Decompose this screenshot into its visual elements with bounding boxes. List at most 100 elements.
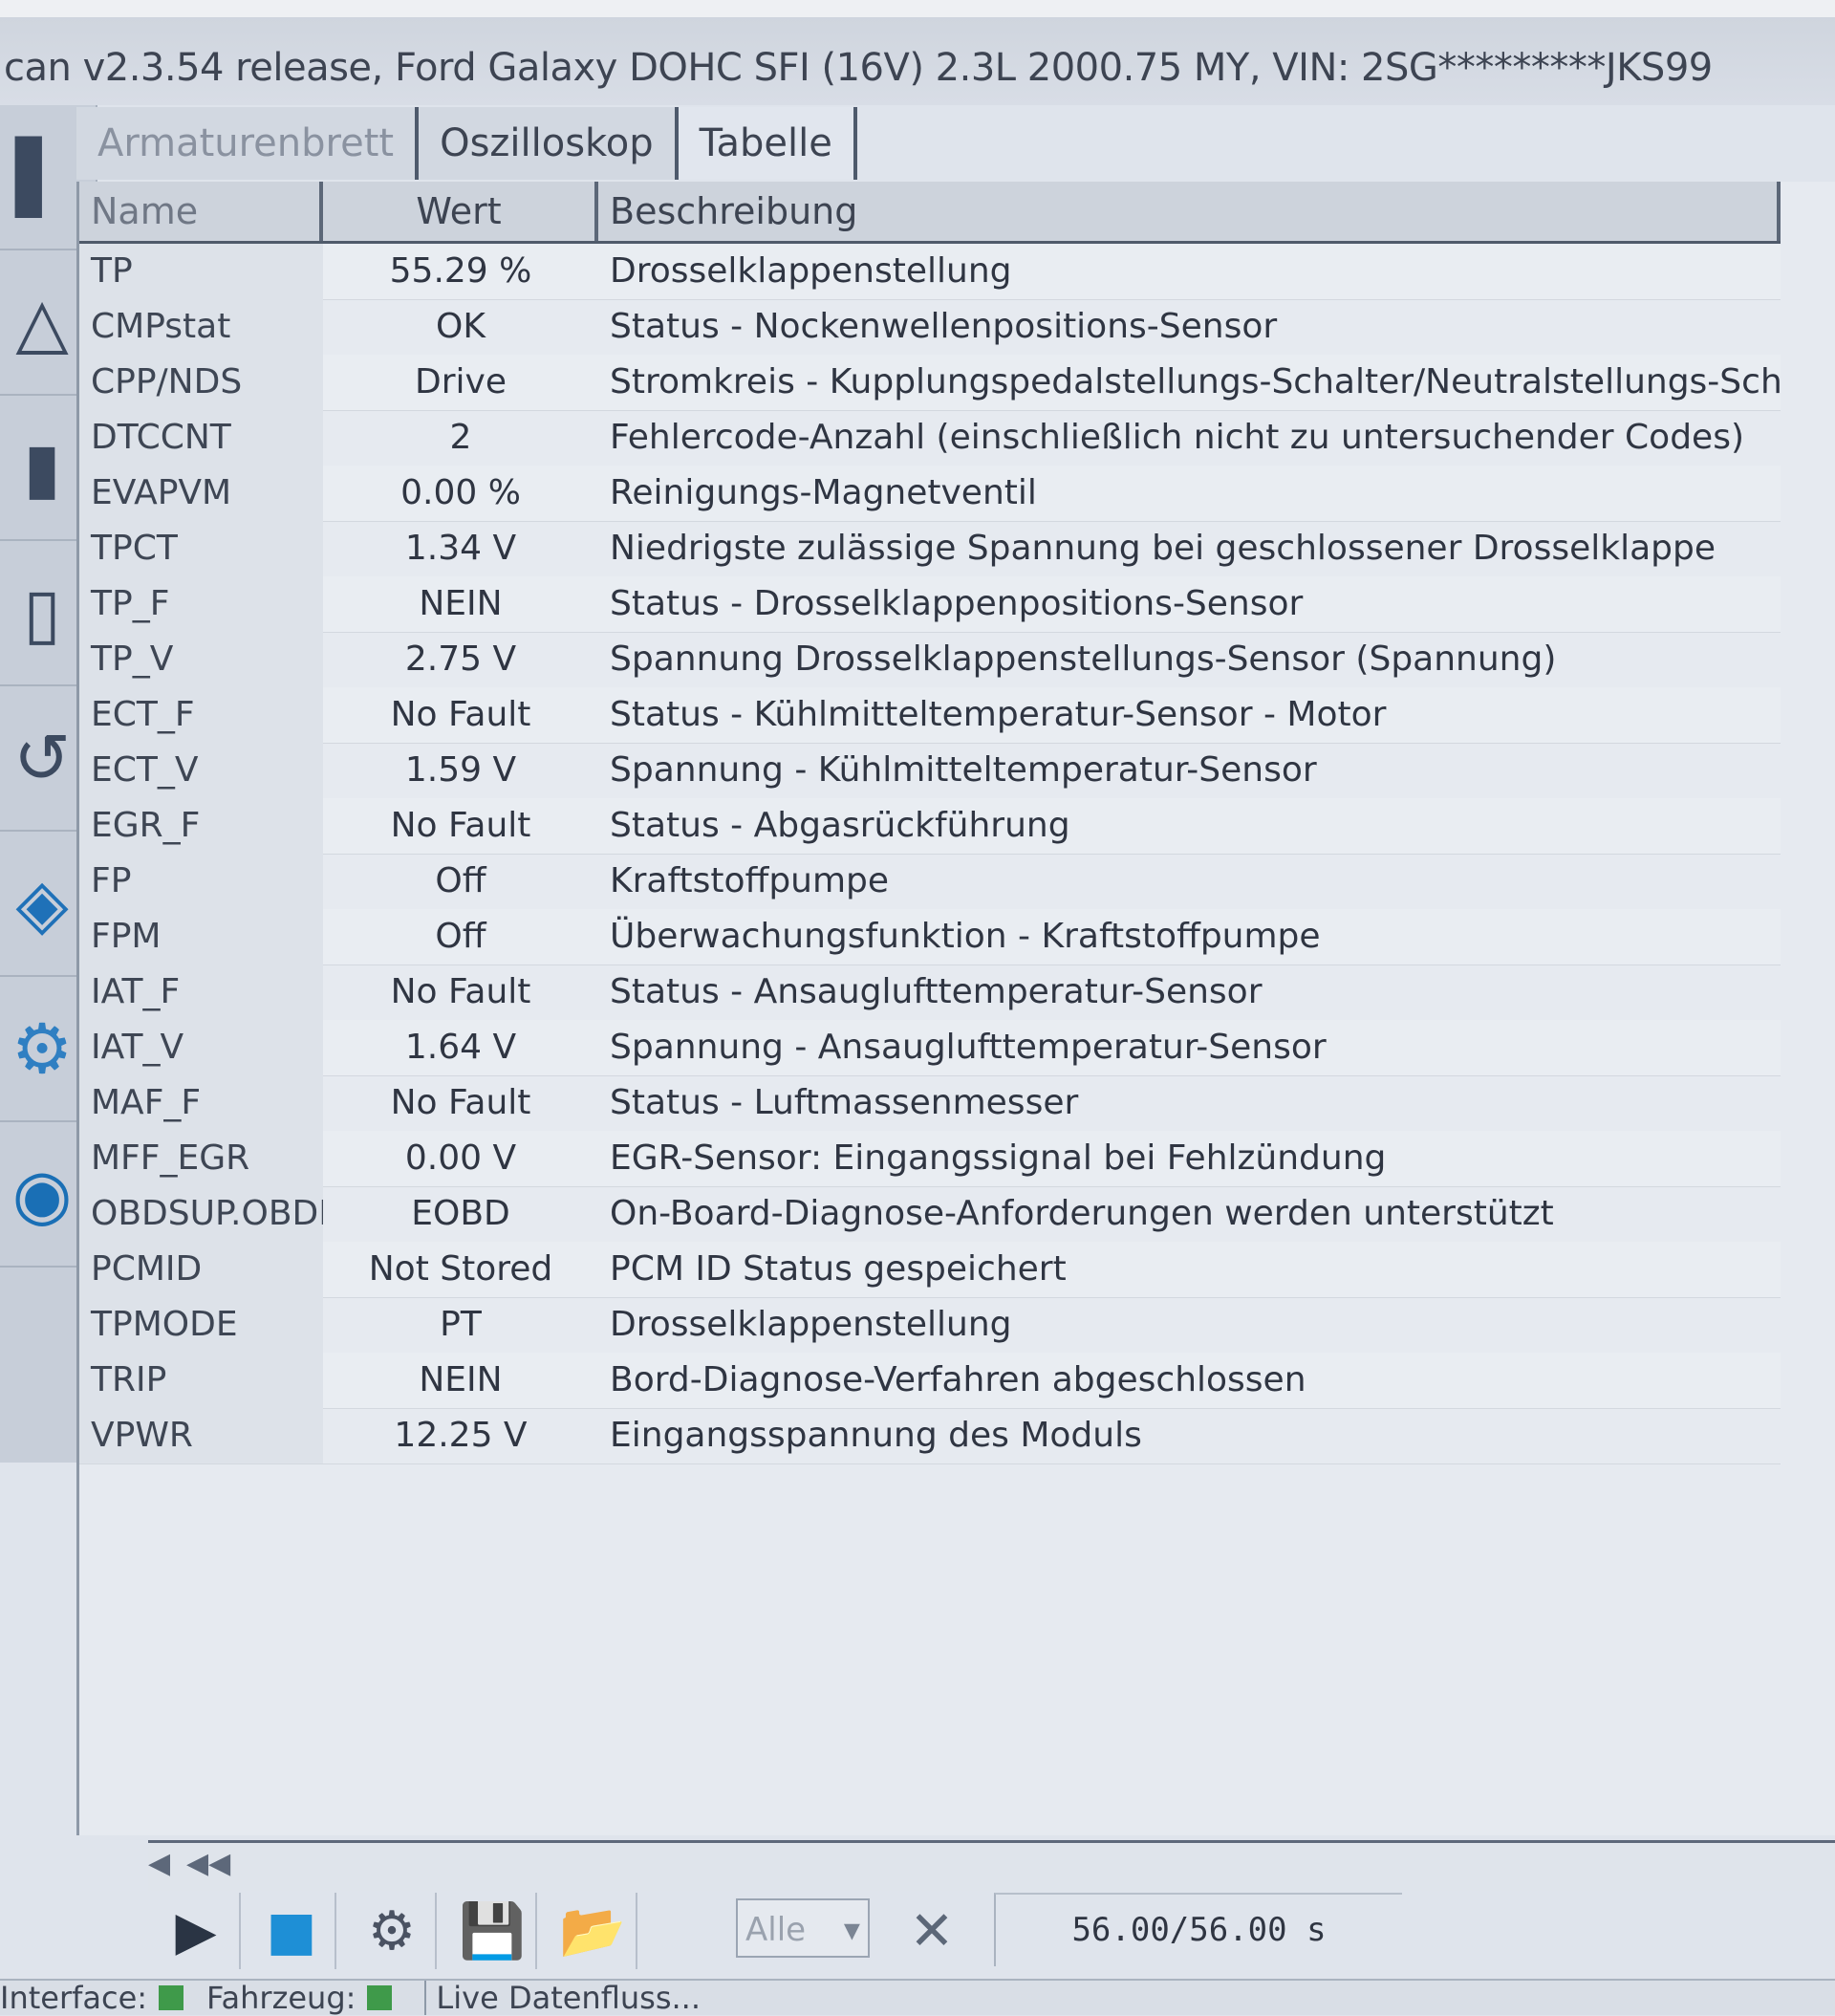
table-row[interactable]: ECT_V 1.59 V Spannung - Kühlmitteltemperat… bbox=[79, 743, 1781, 799]
column-header-wert[interactable]: Wert bbox=[323, 182, 598, 241]
table-row[interactable]: TP_F NEIN Status - Drosselklappenpositions… bbox=[79, 576, 1781, 633]
table-row[interactable]: CPP/NDS Drive Stromkreis - Kupplungspedals… bbox=[79, 355, 1781, 411]
open-button[interactable]: 📂 bbox=[550, 1893, 637, 1969]
cell-value: Drive bbox=[415, 362, 507, 401]
cell-description: Spannung - Kühlmitteltemperatur-Sensor bbox=[610, 750, 1317, 790]
cell-value: Off bbox=[435, 917, 486, 956]
table-row[interactable]: PCMID Not Stored PCM ID Status gespeichert bbox=[79, 1242, 1781, 1298]
vehicle-status-indicator bbox=[367, 1985, 393, 2010]
cell-name: TP_V bbox=[79, 632, 323, 687]
save-icon: 💾 bbox=[459, 1900, 526, 1962]
filter-select[interactable]: Alle ▾ bbox=[736, 1898, 870, 1958]
cell-description: Spannung - Ansauglufttemperatur-Sensor bbox=[610, 1028, 1327, 1067]
cell-description: On-Board-Diagnose-Anforderungen werden u… bbox=[610, 1194, 1554, 1233]
cell-description: Überwachungsfunktion - Kraftstoffpumpe bbox=[610, 917, 1321, 956]
cell-value: NEIN bbox=[419, 1360, 503, 1399]
cell-name: PCMID bbox=[79, 1242, 323, 1297]
cell-description: Status - Abgasrückführung bbox=[610, 806, 1070, 845]
table-row[interactable]: EGR_F No Fault Status - Abgasrückführung bbox=[79, 798, 1781, 855]
table-row[interactable]: MFF_EGR 0.00 V EGR-Sensor: Eingangssignal … bbox=[79, 1131, 1781, 1187]
table-row[interactable]: TRIP NEIN Bord-Diagnose-Verfahren abgeschl… bbox=[79, 1353, 1781, 1409]
cell-name: TPCT bbox=[79, 521, 323, 576]
table-row[interactable]: VPWR 12.25 V Eingangsspannung des Moduls bbox=[79, 1408, 1781, 1464]
wrench-icon: ↺ bbox=[12, 718, 72, 798]
bottom-toolbar: ▶ ■ ⚙ 💾 📂 Alle ▾ ✕ 56.00/56.00 s bbox=[153, 1893, 1835, 1969]
clear-icon: ✕ bbox=[909, 1899, 955, 1962]
cell-description: Status - Nockenwellenpositions-Sensor bbox=[610, 307, 1278, 346]
cell-name: MFF_EGR bbox=[79, 1131, 323, 1186]
cell-value: OK bbox=[436, 307, 486, 346]
left-tool-6[interactable]: ◈ bbox=[0, 832, 84, 977]
tab-oszilloskop[interactable]: Oszilloskop bbox=[419, 107, 679, 180]
cell-name: ECT_V bbox=[79, 743, 323, 798]
table-row[interactable]: FP Off Kraftstoffpumpe bbox=[79, 854, 1781, 910]
play-button[interactable]: ▶ bbox=[153, 1893, 241, 1969]
tab-armaturenbrett[interactable]: Armaturenbrett bbox=[76, 107, 420, 180]
cell-value: 0.00 V bbox=[404, 1138, 517, 1178]
play-icon: ▶ bbox=[175, 1899, 217, 1962]
cell-name: IAT_F bbox=[79, 965, 323, 1020]
cell-name: CPP/NDS bbox=[79, 355, 323, 410]
table-row[interactable]: IAT_F No Fault Status - Ansauglufttemperat… bbox=[79, 965, 1781, 1021]
left-tool-1[interactable]: ▌ bbox=[0, 105, 84, 250]
tool-icon: ▌ bbox=[15, 137, 69, 217]
horizontal-scrollbar[interactable]: ◀ ◀◀ bbox=[148, 1840, 1835, 1891]
window-title: can v2.3.54 release, Ford Galaxy DOHC SF… bbox=[4, 46, 1713, 90]
left-tool-3[interactable]: ▮ bbox=[0, 396, 84, 541]
stop-icon: ■ bbox=[266, 1899, 317, 1962]
title-bar: can v2.3.54 release, Ford Galaxy DOHC SF… bbox=[0, 0, 1835, 105]
column-header-beschreibung[interactable]: Beschreibung bbox=[598, 182, 1781, 241]
cell-name: EVAPVM bbox=[79, 466, 323, 521]
table-row[interactable]: MAF_F No Fault Status - Luftmassenmesser bbox=[79, 1075, 1781, 1132]
cell-value: No Fault bbox=[390, 1083, 531, 1122]
cell-value: No Fault bbox=[390, 695, 531, 734]
cell-name: CMPstat bbox=[79, 299, 323, 355]
cell-description: Status - Ansauglufttemperatur-Sensor bbox=[610, 972, 1263, 1011]
cell-name: ECT_F bbox=[79, 687, 323, 743]
save-button[interactable]: 💾 bbox=[449, 1893, 537, 1969]
cell-description: Fehlercode-Anzahl (einschließlich nicht … bbox=[610, 418, 1744, 457]
table-row[interactable]: TPMODE PT Drosselklappenstellung bbox=[79, 1297, 1781, 1354]
clipboard-icon: ▯ bbox=[23, 573, 61, 653]
left-tool-2[interactable]: △ bbox=[0, 250, 84, 396]
cell-name: VPWR bbox=[79, 1408, 323, 1463]
table-row[interactable]: IAT_V 1.64 V Spannung - Ansauglufttemperat… bbox=[79, 1020, 1781, 1076]
folder-icon: 📂 bbox=[559, 1900, 626, 1962]
left-tool-5[interactable]: ↺ bbox=[0, 686, 84, 832]
table-row[interactable]: OBDSUP.OBDII EOBD On-Board-Diagnose-Anford… bbox=[79, 1186, 1781, 1243]
scroll-first-icon[interactable]: ◀◀ bbox=[186, 1847, 230, 1880]
chevron-down-icon: ▾ bbox=[843, 1911, 860, 1949]
clear-button[interactable]: ✕ bbox=[889, 1893, 975, 1969]
cell-value: 0.00 % bbox=[400, 473, 521, 512]
cell-name: TP bbox=[79, 244, 323, 299]
settings-icon: ⚙ bbox=[367, 1899, 417, 1962]
table-row[interactable]: CMPstat OK Status - Nockenwellenpositions-… bbox=[79, 299, 1781, 356]
cell-description: Reinigungs-Magnetventil bbox=[610, 473, 1037, 512]
status-interface: Interface: bbox=[0, 1980, 206, 2016]
cell-description: Bord-Diagnose-Verfahren abgeschlossen bbox=[610, 1360, 1306, 1399]
left-tool-4[interactable]: ▯ bbox=[0, 541, 84, 686]
column-header-name[interactable]: Name bbox=[79, 182, 323, 241]
cell-description: Status - Drosselklappenpositions-Sensor bbox=[610, 584, 1304, 623]
cell-description: Status - Luftmassenmesser bbox=[610, 1083, 1079, 1122]
table-row[interactable]: DTCCNT 2 Fehlercode-Anzahl (einschließlich… bbox=[79, 410, 1781, 466]
table-row[interactable]: ECT_F No Fault Status - Kühlmitteltemperat… bbox=[79, 687, 1781, 744]
stop-button[interactable]: ■ bbox=[248, 1893, 336, 1969]
table-row[interactable]: TP_V 2.75 V Spannung Drosselklappenstellun… bbox=[79, 632, 1781, 688]
table-row[interactable]: TPCT 1.34 V Niedrigste zulässige Spannung … bbox=[79, 521, 1781, 577]
tab-tabelle[interactable]: Tabelle bbox=[678, 107, 857, 180]
left-tool-7[interactable]: ⚙ bbox=[0, 977, 84, 1122]
table-row[interactable]: EVAPVM 0.00 % Reinigungs-Magnetventil bbox=[79, 466, 1781, 522]
scroll-left-icon[interactable]: ◀ bbox=[148, 1847, 170, 1880]
settings-button[interactable]: ⚙ bbox=[349, 1893, 437, 1969]
table-row[interactable]: FPM Off Überwachungsfunktion - Kraftstoffp… bbox=[79, 909, 1781, 965]
status-stream-label: Live Datenfluss... bbox=[436, 1980, 701, 2016]
cell-name: TP_F bbox=[79, 576, 323, 632]
left-tool-8[interactable]: ◉ bbox=[0, 1122, 84, 1268]
cell-description: Status - Kühlmitteltemperatur-Sensor - M… bbox=[610, 695, 1387, 734]
cell-value: 2 bbox=[449, 418, 472, 457]
cell-name: EGR_F bbox=[79, 798, 323, 854]
table-row[interactable]: TP 55.29 % Drosselklappenstellung bbox=[79, 244, 1781, 300]
chip-icon: ◈ bbox=[15, 863, 69, 943]
filter-value: Alle bbox=[745, 1911, 807, 1949]
